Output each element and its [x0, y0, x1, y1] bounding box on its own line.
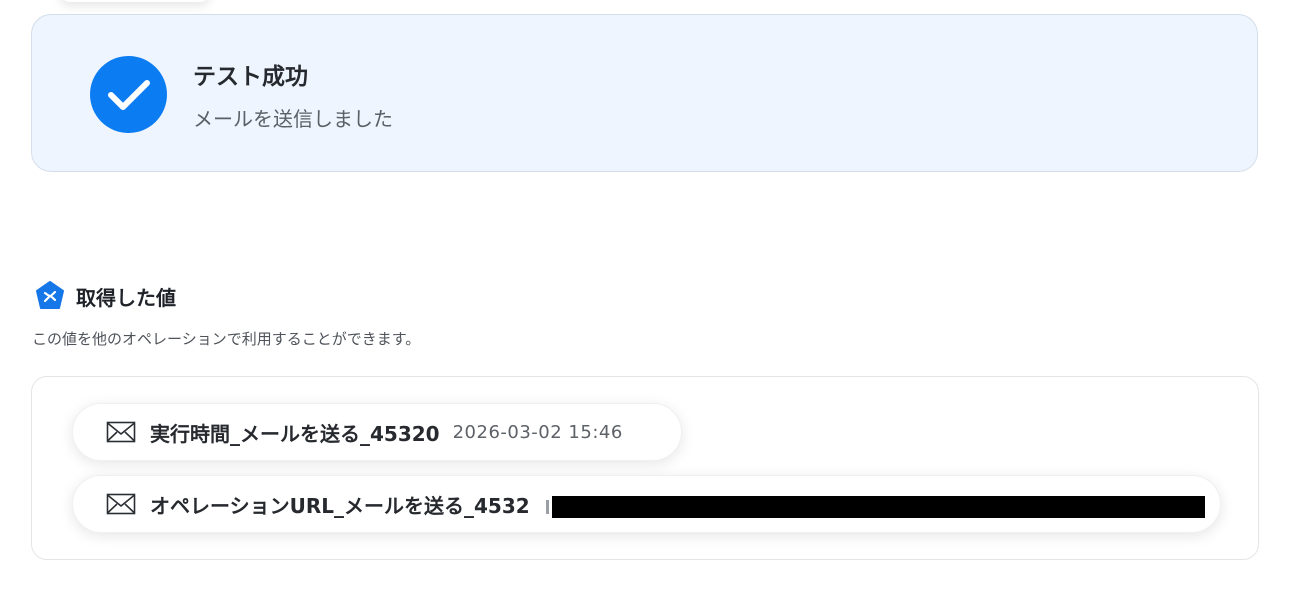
section-title: 取得した値: [76, 285, 176, 310]
values-panel: 実行時間_メールを送る_45320 2026-03-02 15:46 オペレーシ…: [31, 376, 1259, 560]
yoom-pentagon-icon: [36, 281, 64, 309]
check-circle-icon: [90, 56, 167, 133]
mail-icon: [106, 421, 136, 443]
value-chip[interactable]: 実行時間_メールを送る_45320 2026-03-02 15:46: [72, 403, 682, 461]
mail-icon: [106, 493, 136, 515]
value-label: オペレーションURL_メールを送る_4532: [150, 493, 530, 518]
redaction-edge: [546, 500, 549, 514]
acquired-values-header: 取得した値: [34, 280, 176, 312]
success-subtitle: メールを送信しました: [193, 107, 393, 131]
top-card-edge: [60, 0, 210, 2]
test-success-banner: テスト成功 メールを送信しました: [31, 14, 1258, 172]
success-title: テスト成功: [193, 64, 308, 90]
value-chip[interactable]: オペレーションURL_メールを送る_4532: [72, 475, 1221, 533]
check-icon: [107, 79, 150, 110]
redacted-value: [552, 496, 1205, 518]
value-label: 実行時間_メールを送る_45320: [150, 421, 440, 446]
section-description: この値を他のオペレーションで利用することができます。: [32, 330, 421, 348]
value-text: 2026-03-02 15:46: [452, 421, 623, 443]
